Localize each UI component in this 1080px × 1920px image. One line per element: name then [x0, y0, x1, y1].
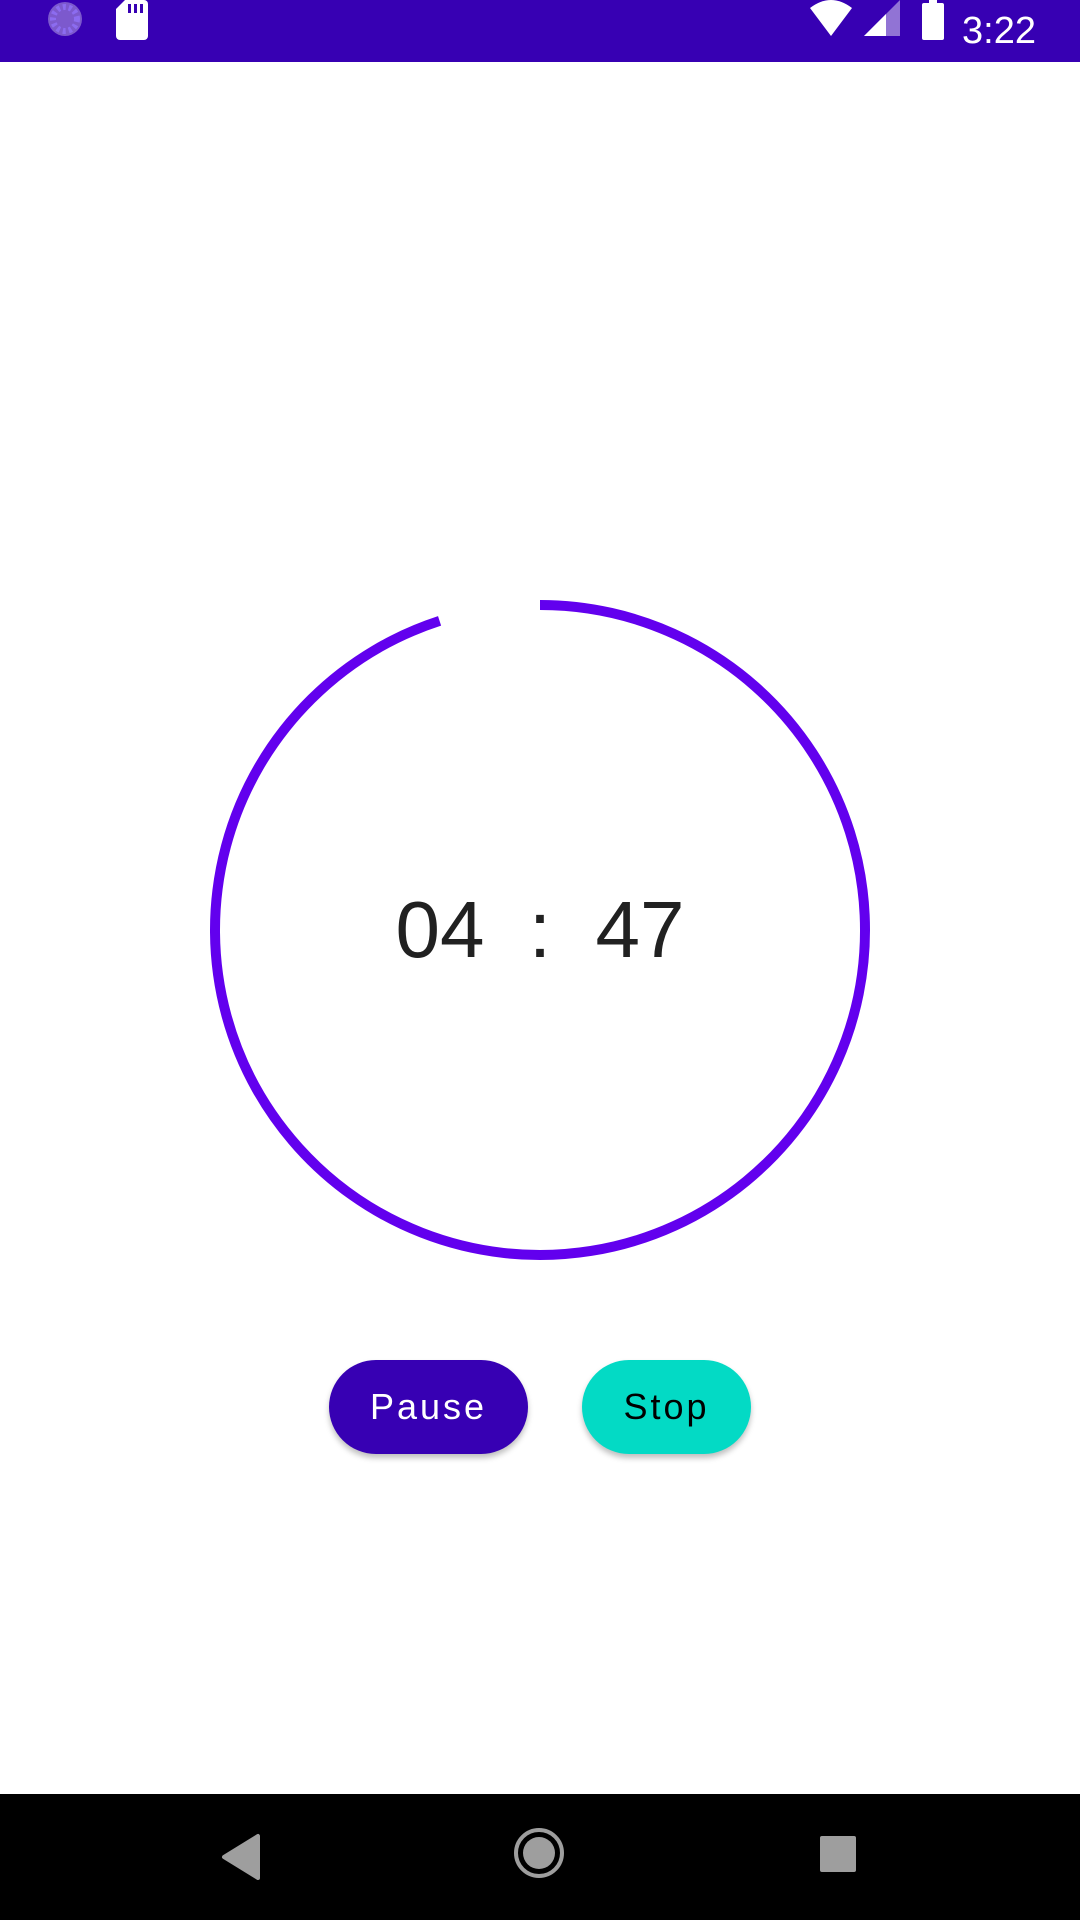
status-clock: 3:22 [962, 10, 1036, 52]
sd-card-icon [116, 0, 148, 40]
sync-icon [48, 2, 82, 36]
timer-screen: 3:22 04 : 47 Pause Stop [0, 0, 1080, 1920]
status-bar: 3:22 [0, 0, 1080, 62]
back-icon[interactable] [220, 1832, 260, 1882]
navigation-bar [0, 1794, 1080, 1920]
battery-icon [922, 0, 944, 40]
signal-icon [864, 0, 900, 36]
recents-icon[interactable] [818, 1834, 858, 1874]
timer-minutes: 04 [395, 885, 485, 974]
timer-readout: 04 : 47 [340, 880, 740, 980]
home-icon[interactable] [512, 1826, 566, 1880]
timer-seconds: 47 [595, 885, 685, 974]
pause-button[interactable]: Pause [329, 1360, 528, 1454]
wifi-icon [810, 0, 852, 36]
stop-button[interactable]: Stop [582, 1360, 751, 1454]
timer-separator: : [528, 885, 552, 974]
